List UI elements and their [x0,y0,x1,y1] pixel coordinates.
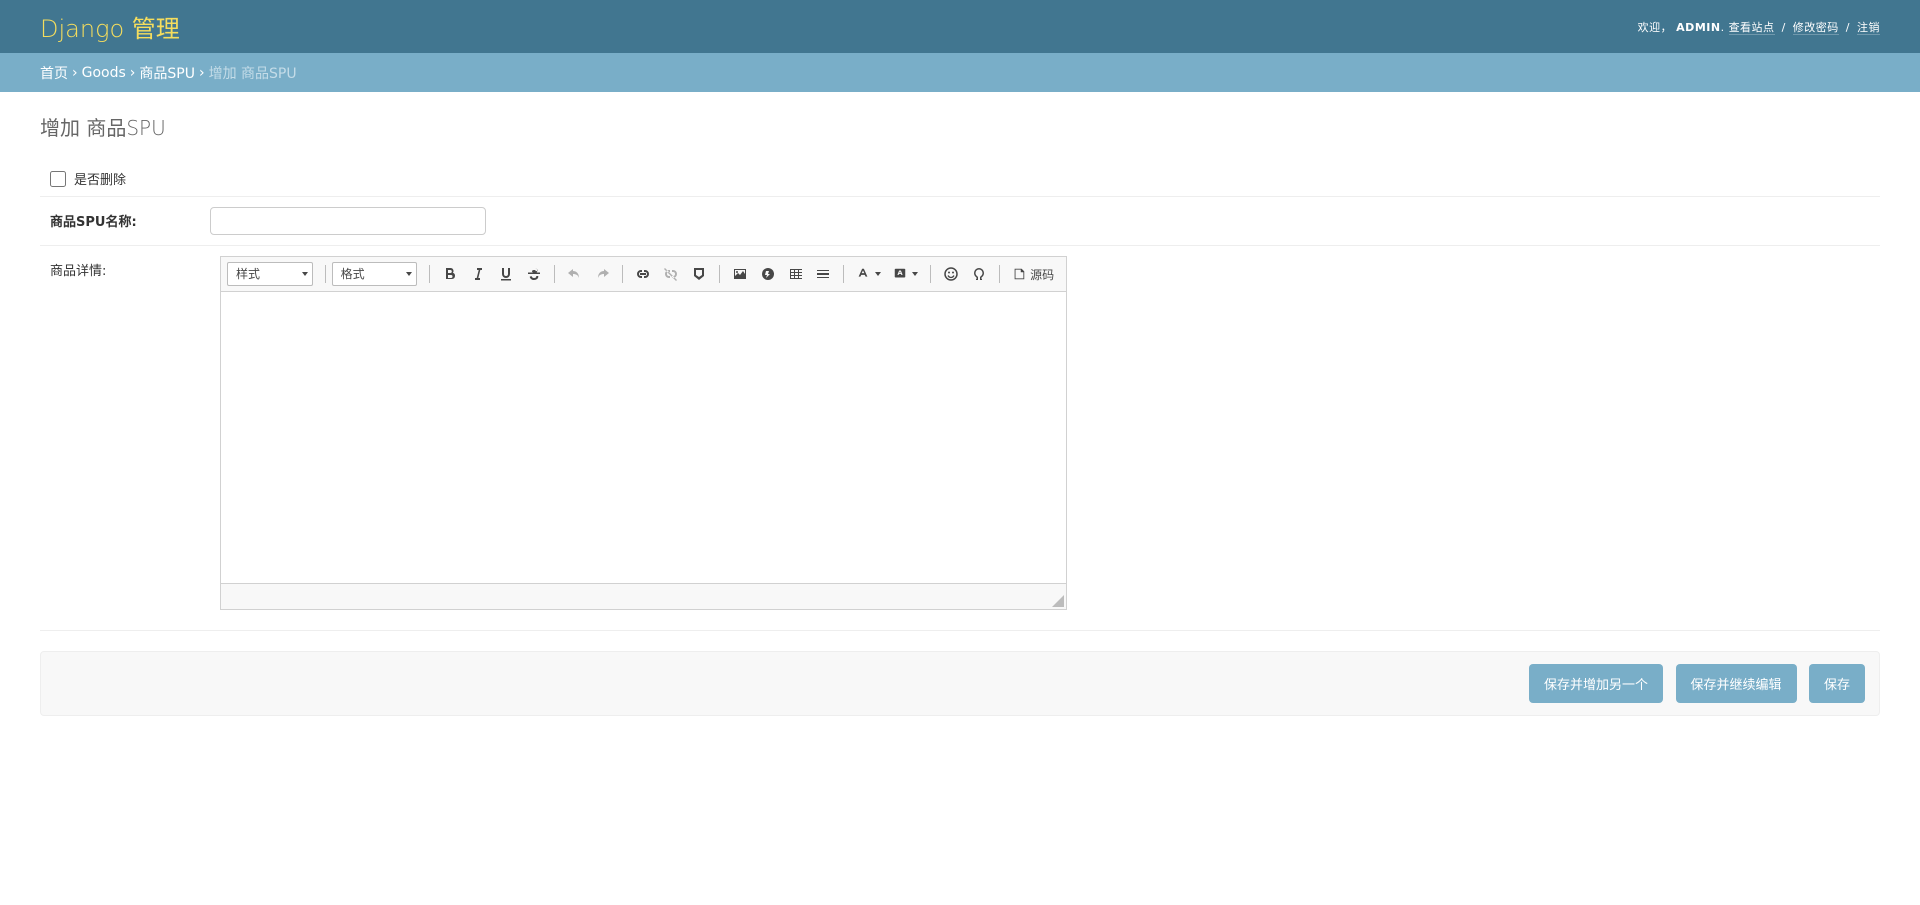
detail-label: 商品详情: [50,256,210,279]
unlink-button[interactable] [657,261,685,287]
ckeditor: 样式 格式 [220,256,1067,610]
breadcrumb-current: 增加 商品SPU [209,63,297,83]
redo-button[interactable] [589,261,617,287]
undo-button[interactable] [561,261,589,287]
strike-button[interactable] [520,261,548,287]
textcolor-button[interactable] [850,261,887,287]
page-title: 增加 商品SPU [40,112,1880,141]
table-button[interactable] [782,261,810,287]
ckeditor-resizer[interactable] [1052,595,1064,607]
view-site-link[interactable]: 查看站点 [1729,21,1775,35]
ckeditor-content[interactable] [221,292,1066,583]
change-form: 是否删除 商品SPU名称: 商品详情: 样式 格式 [40,161,1880,716]
italic-button[interactable] [464,261,492,287]
bold-button[interactable] [436,261,464,287]
logout-link[interactable]: 注销 [1857,21,1880,35]
name-input[interactable] [210,207,486,235]
field-name: 商品SPU名称: [40,197,1880,246]
bgcolor-button[interactable] [887,261,924,287]
image-button[interactable] [726,261,754,287]
name-label: 商品SPU名称: [50,207,210,230]
save-continue-button[interactable] [1676,664,1797,703]
anchor-button[interactable] [685,261,713,287]
breadcrumbs: 首页 › Goods › 商品SPU › 增加 商品SPU [0,53,1920,92]
change-password-link[interactable]: 修改密码 [1793,21,1839,35]
is-delete-checkbox[interactable] [50,171,66,187]
save-button[interactable] [1809,664,1865,703]
submit-row [40,651,1880,716]
breadcrumb-home[interactable]: 首页 [40,63,68,83]
field-is-delete: 是否删除 [40,161,1880,197]
save-add-another-button[interactable] [1529,664,1663,703]
ckeditor-bottom [221,583,1066,609]
specialchar-button[interactable] [965,261,993,287]
styles-combo[interactable]: 样式 [227,262,313,286]
breadcrumb-app[interactable]: Goods [82,65,126,81]
user-tools: 欢迎， ADMIN. 查看站点 / 修改密码 / 注销 [1638,19,1880,35]
site-name: Django 管理 [40,9,180,44]
site-name-link[interactable]: Django 管理 [40,15,180,43]
welcome-text: 欢迎， [1638,21,1673,34]
hr-button[interactable] [810,261,838,287]
breadcrumb-model[interactable]: 商品SPU [139,63,195,83]
source-button[interactable]: 源码 [1006,261,1060,287]
header: Django 管理 欢迎， ADMIN. 查看站点 / 修改密码 / 注销 [0,0,1920,53]
field-detail: 商品详情: 样式 格式 [40,246,1880,631]
ckeditor-toolbar: 样式 格式 [221,257,1066,292]
underline-button[interactable] [492,261,520,287]
is-delete-label[interactable]: 是否删除 [74,169,126,188]
content: 增加 商品SPU 是否删除 商品SPU名称: 商品详情: 样式 [0,92,1920,776]
username: ADMIN [1676,21,1720,34]
format-combo[interactable]: 格式 [332,262,418,286]
flash-button[interactable] [754,261,782,287]
smiley-button[interactable] [937,261,965,287]
link-button[interactable] [629,261,657,287]
